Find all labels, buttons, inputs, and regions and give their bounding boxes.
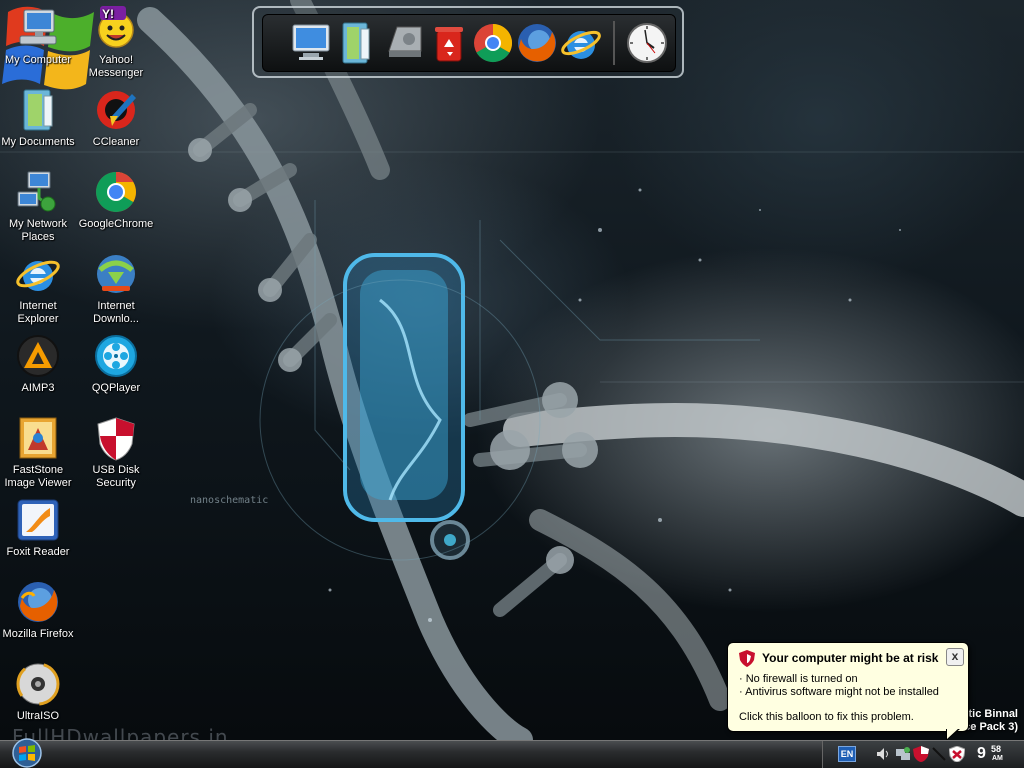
balloon-firewall-line: · No firewall is turned on [739,673,858,685]
documents-folder-icon [23,89,53,131]
desktop-icon-aimp3[interactable]: AIMP3 [0,332,76,395]
desktop-icon-foxit-reader[interactable]: Foxit Reader [0,496,76,559]
wallpaper-brand-text: nanoschematic [190,495,269,506]
dock-network-drive-icon[interactable] [383,21,427,65]
dock-chrome-icon[interactable] [471,21,515,65]
qqplayer-icon [95,335,137,377]
desktop-icon-label: AIMP3 [21,382,55,394]
desktop-icon-label: QQPlayer [91,382,141,394]
wallpaper-caption: tic Binnal ce Pack 3) [964,708,1018,734]
desktop-icon-label: Foxit Reader [6,546,70,558]
volume-icon[interactable] [875,746,891,762]
desktop-icon-label: Yahoo! Messenger [88,54,144,79]
internet-explorer-icon [16,260,60,291]
desktop-icon-ccleaner[interactable]: CCleaner [78,86,154,149]
dock-recycle-bin-icon[interactable] [427,21,471,65]
desktop-icon-internet-download-manager[interactable]: Internet Downlo... [78,250,154,326]
desktop-icon-label: CCleaner [92,136,140,148]
desktop-icon-label: Mozilla Firefox [2,628,74,640]
balloon-title: Your computer might be at risk [762,651,939,665]
tray-arrow-icon[interactable] [931,746,947,762]
dock-documents-folder-icon[interactable] [335,21,379,65]
ccleaner-icon [97,91,136,129]
dock-internet-explorer-icon[interactable] [559,21,603,65]
desktop-icon-faststone-image-viewer[interactable]: FastStone Image Viewer [0,414,76,490]
balloon-tail-inner [947,728,959,739]
desktop-icon-label: My Network Places [8,218,68,243]
computer-icon [19,9,57,45]
desktop-icon-my-network-places[interactable]: My Network Places [0,168,76,244]
desktop-icon-yahoo-messenger[interactable]: Y! Yahoo! Messenger [78,4,154,80]
system-tray: EN 9 58 AM [822,741,1024,768]
dock-firefox-icon[interactable] [515,21,559,65]
dock-computer-icon[interactable] [289,21,333,65]
ultraiso-icon [16,662,60,706]
desktop-icon-label: UltraISO [16,710,60,722]
security-shield-icon [739,650,755,667]
aimp-icon [17,335,59,377]
clock-minute: 58 [991,744,1002,754]
desktop-icon-label: My Documents [1,136,75,148]
desktop-icon-mozilla-firefox[interactable]: Mozilla Firefox [0,578,76,641]
foxit-icon [17,499,59,541]
desktop-icon-label: GoogleChrome [78,218,154,230]
svg-text:Y!: Y! [102,7,114,21]
desktop-icon-google-chrome[interactable]: GoogleChrome [78,168,154,231]
security-alert-balloon[interactable]: Your computer might be at risk x · No fi… [727,642,969,741]
firefox-icon [18,582,58,622]
desktop-icon-usb-disk-security[interactable]: USB Disk Security [78,414,154,490]
balloon-fix-instruction: Click this balloon to fix this problem. [739,711,914,723]
desktop-icon-label: FastStone Image Viewer [4,464,72,489]
desktop-icon-ultraiso[interactable]: UltraISO [0,660,76,723]
start-button[interactable] [10,738,44,768]
desktop-icon-label: Internet Downlo... [93,300,139,325]
balloon-antivirus-line: · Antivirus software might not be instal… [739,686,939,698]
language-indicator[interactable]: EN [838,746,856,762]
dock-clock-icon[interactable] [625,21,669,65]
desktop-icon-my-computer[interactable]: My Computer [0,4,76,67]
wallpaper-watermark: FullHDwallpapers.in [12,725,229,740]
chrome-icon [96,172,136,212]
network-status-icon[interactable] [895,746,911,762]
faststone-icon [19,417,57,459]
desktop-icon-label: Internet Explorer [17,300,59,325]
clock-hour: 9 [977,745,986,762]
desktop-icon-internet-explorer[interactable]: Internet Explorer [0,250,76,326]
desktop-icon-my-documents[interactable]: My Documents [0,86,76,149]
desktop-icon-qqplayer[interactable]: QQPlayer [78,332,154,395]
dock-separator [613,21,615,65]
balloon-close-button[interactable]: x [946,648,964,666]
dock-panel [262,14,676,72]
internet-download-manager-icon [97,255,135,293]
wallpaper-caption-line1: tic Binnal [968,708,1018,720]
wallpaper-caption-line2: ce Pack 3) [964,721,1018,733]
dock-bar [252,6,684,78]
security-center-alert-icon[interactable] [949,746,965,762]
tray-shield-icon[interactable] [913,746,929,762]
desktop-icon-label: My Computer [4,54,72,66]
yahoo-messenger-icon: Y! [98,6,134,48]
network-icon [17,171,56,212]
usb-shield-icon [97,417,135,461]
clock-ampm: AM [992,755,1003,762]
desktop-icon-label: USB Disk Security [92,464,140,489]
